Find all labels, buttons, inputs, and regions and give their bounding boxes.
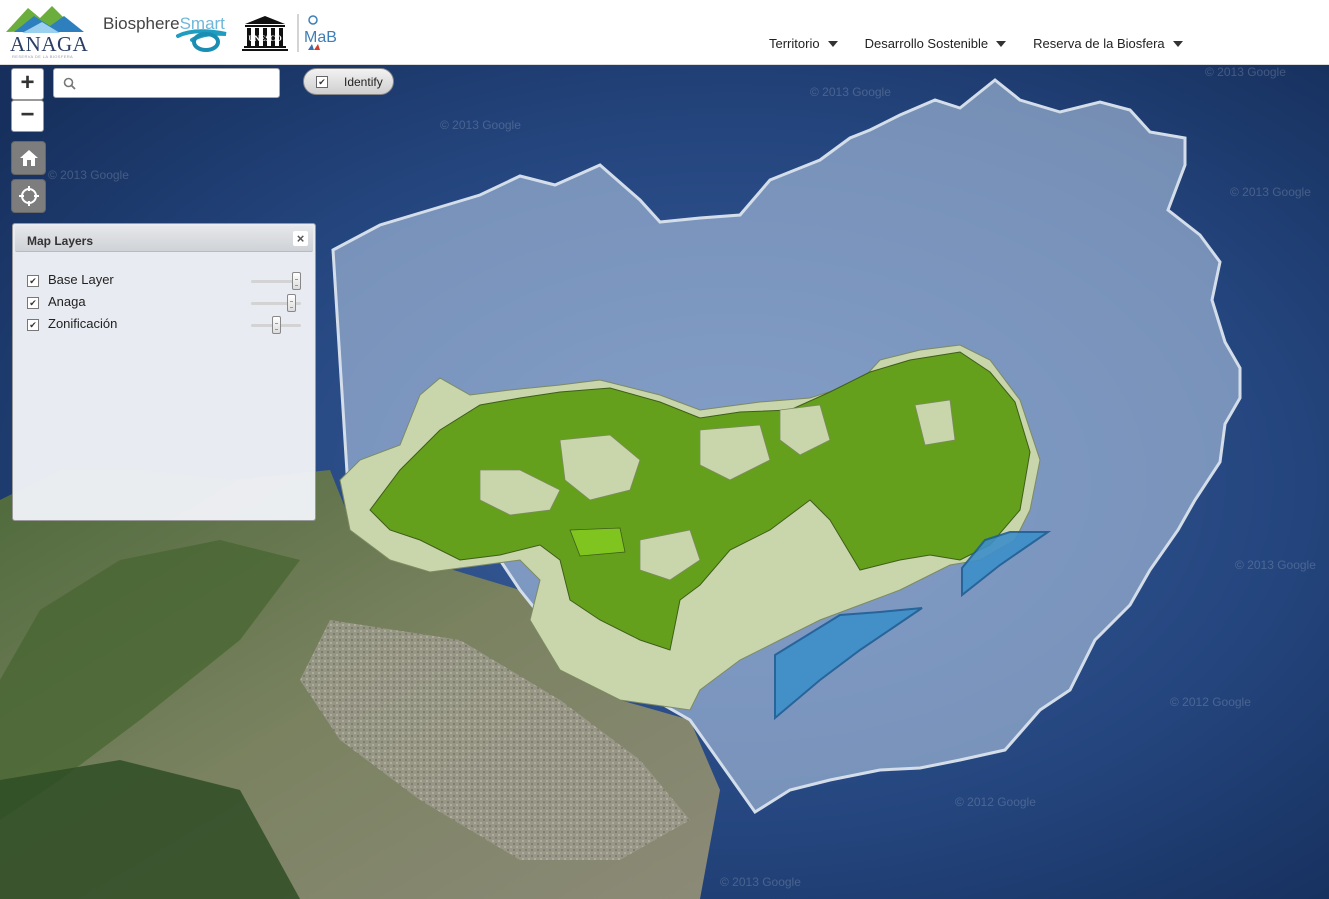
caret-down-icon xyxy=(996,41,1007,47)
layer-row-zonificacion: ✔ Zonificación xyxy=(27,316,307,334)
locate-button[interactable] xyxy=(11,179,46,213)
layer-row-anaga: ✔ Anaga xyxy=(27,294,307,312)
zoom-in-button[interactable]: + xyxy=(11,68,44,100)
nav-reserva-biosfera[interactable]: Reserva de la Biosfera xyxy=(1033,36,1183,51)
anaga-logo-subtitle: RESERVA DE LA BIOSFERA xyxy=(12,54,74,59)
slider-handle[interactable] xyxy=(272,316,281,334)
nav-desarrollo-label: Desarrollo Sostenible xyxy=(864,36,989,51)
panel-header: Map Layers × xyxy=(15,226,313,252)
unesco-temple-icon[interactable]: UNESCO xyxy=(242,14,288,52)
unesco-logo-text: UNESCO xyxy=(248,34,281,43)
mountain-logo-icon xyxy=(6,6,84,33)
layer-checkbox-anaga[interactable]: ✔ xyxy=(27,297,39,309)
opacity-slider[interactable] xyxy=(251,316,301,334)
opacity-slider[interactable] xyxy=(251,294,301,312)
crosshair-icon xyxy=(18,186,39,206)
identify-checkbox[interactable]: ✔ xyxy=(316,75,328,88)
caret-down-icon xyxy=(1172,41,1183,47)
caret-down-icon xyxy=(827,41,838,47)
biosphere-swoosh-icon xyxy=(176,29,227,52)
mab-logo-icon[interactable]: MaB xyxy=(296,14,342,54)
mab-logo-text: MaB xyxy=(304,29,337,46)
identify-toggle[interactable]: ✔ Identify xyxy=(303,68,394,95)
home-button[interactable] xyxy=(11,141,46,175)
integral-reserve-zone xyxy=(569,527,626,557)
map-attribution: © 2013 Google xyxy=(1230,185,1311,199)
zoom-out-button[interactable]: − xyxy=(11,100,44,132)
map-attribution: © 2013 Google xyxy=(810,85,891,99)
panel-title: Map Layers xyxy=(27,234,94,248)
nav-territorio-label: Territorio xyxy=(769,36,820,51)
home-icon xyxy=(19,150,38,166)
identify-label: Identify xyxy=(344,74,383,89)
nav-desarrollo-sostenible[interactable]: Desarrollo Sostenible xyxy=(865,36,1007,51)
biosphere-logo-text: Biosphere xyxy=(103,14,180,33)
map-attribution: © 2012 Google xyxy=(955,795,1036,809)
nav-territorio[interactable]: Territorio xyxy=(769,36,838,51)
opacity-slider[interactable] xyxy=(251,272,301,290)
search-icon xyxy=(63,77,76,90)
map-attribution: © 2013 Google xyxy=(1235,558,1316,572)
map-layers-panel: Map Layers × ✔ Base Layer ✔ Anaga ✔ Zoni… xyxy=(12,223,316,521)
map-attribution: © 2013 Google xyxy=(1205,65,1286,79)
layer-checkbox-zonificacion[interactable]: ✔ xyxy=(27,319,39,331)
layer-row-base: ✔ Base Layer xyxy=(27,272,307,290)
map-attribution: © 2012 Google xyxy=(1170,695,1251,709)
nav-reserva-label: Reserva de la Biosfera xyxy=(1033,36,1165,51)
map-attribution: © 2013 Google xyxy=(720,875,801,889)
anaga-logo[interactable]: ANAGA RESERVA DE LA BIOSFERA xyxy=(4,2,92,60)
slider-handle[interactable] xyxy=(292,272,301,290)
close-icon[interactable]: × xyxy=(293,231,308,246)
app-header: ANAGA RESERVA DE LA BIOSFERA BiosphereSm… xyxy=(0,0,1329,65)
layer-checkbox-base[interactable]: ✔ xyxy=(27,275,39,287)
main-nav: Territorio Desarrollo Sostenible Reserva… xyxy=(769,36,1210,51)
map-attribution: © 2013 Google xyxy=(440,118,521,132)
map-attribution: © 2013 Google xyxy=(48,168,129,182)
slider-handle[interactable] xyxy=(287,294,296,312)
layer-label: Zonificación xyxy=(48,316,118,331)
map-search[interactable] xyxy=(53,68,280,98)
layer-label: Base Layer xyxy=(48,272,114,287)
layer-label: Anaga xyxy=(48,294,86,309)
search-input[interactable] xyxy=(82,73,276,95)
